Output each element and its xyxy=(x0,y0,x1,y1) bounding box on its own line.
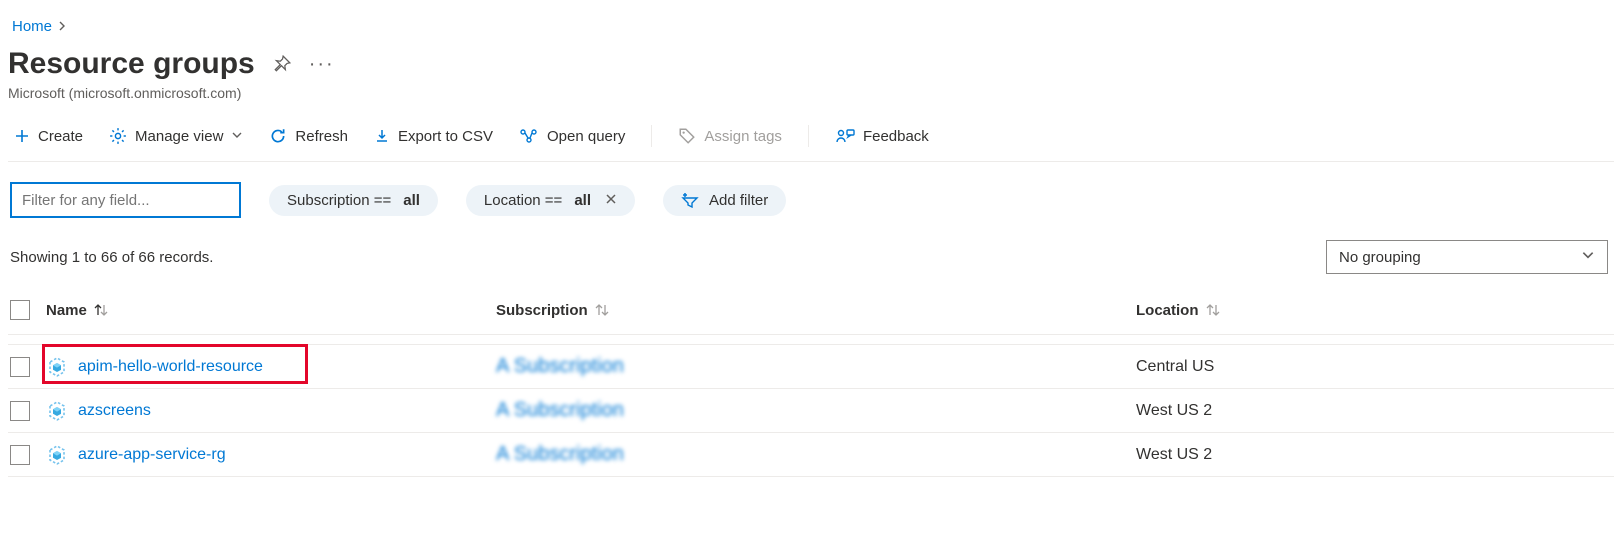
filter-sub-label: Subscription == xyxy=(287,192,391,209)
toolbar-separator xyxy=(651,125,652,147)
table-header: Name Subscription Location xyxy=(8,284,1614,335)
row-checkbox[interactable] xyxy=(10,357,30,377)
filter-row: Subscription == all Location == all Add … xyxy=(8,162,1614,218)
location-text: Central US xyxy=(1136,358,1214,376)
query-icon xyxy=(519,127,539,145)
grouping-dropdown[interactable]: No grouping xyxy=(1326,240,1608,274)
chevron-right-icon xyxy=(58,18,68,35)
add-filter-label: Add filter xyxy=(709,192,768,209)
gear-icon xyxy=(109,127,127,145)
create-button[interactable]: Create xyxy=(14,128,83,145)
record-count: Showing 1 to 66 of 66 records. xyxy=(10,249,213,266)
tenant-subtitle: Microsoft (microsoft.onmicrosoft.com) xyxy=(8,85,1614,101)
table-body: apim-hello-world-resource A Subscription… xyxy=(8,345,1614,477)
column-header-location[interactable]: Location xyxy=(1136,302,1608,319)
grouping-value: No grouping xyxy=(1339,249,1421,266)
resource-group-icon xyxy=(46,356,68,378)
tag-icon xyxy=(678,127,696,145)
breadcrumb-home-link[interactable]: Home xyxy=(12,18,52,35)
table-row: azscreens A Subscription West US 2 xyxy=(8,389,1614,433)
row-checkbox[interactable] xyxy=(10,445,30,465)
col-sub-label: Subscription xyxy=(496,302,588,319)
subscription-link[interactable]: A Subscription xyxy=(496,399,624,422)
col-name-label: Name xyxy=(46,302,87,319)
chevron-down-icon xyxy=(231,128,243,145)
refresh-label: Refresh xyxy=(295,128,348,145)
filter-pill-subscription[interactable]: Subscription == all xyxy=(269,185,438,216)
add-filter-button[interactable]: Add filter xyxy=(663,185,786,216)
page-title: Resource groups xyxy=(8,47,255,81)
feedback-icon xyxy=(835,127,855,145)
table-row: apim-hello-world-resource A Subscription… xyxy=(8,345,1614,389)
manage-view-button[interactable]: Manage view xyxy=(109,127,243,145)
col-loc-label: Location xyxy=(1136,302,1199,319)
table-row: azure-app-service-rg A Subscription West… xyxy=(8,433,1614,476)
column-header-subscription[interactable]: Subscription xyxy=(496,302,1136,319)
plus-icon xyxy=(14,128,30,144)
row-checkbox[interactable] xyxy=(10,401,30,421)
location-text: West US 2 xyxy=(1136,446,1212,464)
feedback-button[interactable]: Feedback xyxy=(835,127,929,145)
filter-sub-value: all xyxy=(403,192,420,209)
resource-group-link[interactable]: apim-hello-world-resource xyxy=(78,358,263,376)
pin-icon[interactable] xyxy=(273,55,291,73)
chevron-down-icon xyxy=(1581,248,1595,266)
filter-loc-value: all xyxy=(574,192,591,209)
sort-icon xyxy=(93,303,109,317)
refresh-icon xyxy=(269,127,287,145)
resource-group-icon xyxy=(46,444,68,466)
breadcrumb: Home xyxy=(8,8,1614,41)
resource-group-link[interactable]: azure-app-service-rg xyxy=(78,446,226,464)
table-scroll-cut xyxy=(8,335,1614,345)
more-icon[interactable]: ··· xyxy=(309,53,335,76)
manage-view-label: Manage view xyxy=(135,128,223,145)
sort-icon xyxy=(1205,303,1221,317)
filter-pill-location[interactable]: Location == all xyxy=(466,185,635,216)
column-header-name[interactable]: Name xyxy=(46,302,496,319)
open-query-label: Open query xyxy=(547,128,625,145)
export-csv-label: Export to CSV xyxy=(398,128,493,145)
subscription-link[interactable]: A Subscription xyxy=(496,355,624,378)
add-filter-icon xyxy=(681,192,699,208)
download-icon xyxy=(374,128,390,144)
resource-group-link[interactable]: azscreens xyxy=(78,402,151,420)
filter-loc-label: Location == xyxy=(484,192,562,209)
subscription-link[interactable]: A Subscription xyxy=(496,443,624,466)
select-all-checkbox[interactable] xyxy=(10,300,30,320)
status-row: Showing 1 to 66 of 66 records. No groupi… xyxy=(8,218,1614,284)
open-query-button[interactable]: Open query xyxy=(519,127,625,145)
toolbar-separator xyxy=(808,125,809,147)
location-text: West US 2 xyxy=(1136,402,1212,420)
refresh-button[interactable]: Refresh xyxy=(269,127,348,145)
export-csv-button[interactable]: Export to CSV xyxy=(374,128,493,145)
page-header: Resource groups ··· xyxy=(8,41,1614,81)
close-icon[interactable] xyxy=(605,192,617,209)
feedback-label: Feedback xyxy=(863,128,929,145)
assign-tags-label: Assign tags xyxy=(704,128,782,145)
filter-input[interactable] xyxy=(10,182,241,218)
sort-icon xyxy=(594,303,610,317)
assign-tags-button: Assign tags xyxy=(678,127,782,145)
resource-group-icon xyxy=(46,400,68,422)
toolbar: Create Manage view Refresh Export to CSV… xyxy=(8,117,1614,162)
create-label: Create xyxy=(38,128,83,145)
